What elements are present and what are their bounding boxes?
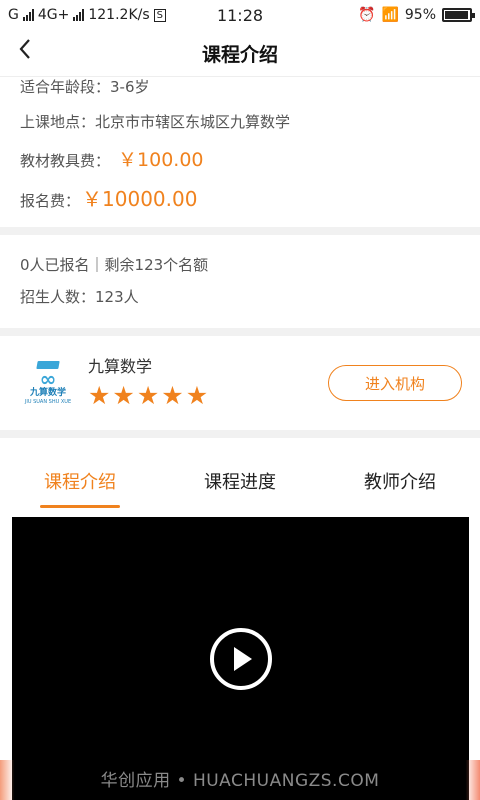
logo-text: 九算数学: [29, 388, 66, 398]
star-icon: ★: [161, 381, 184, 410]
tab-teacher-intro[interactable]: 教师介绍: [320, 468, 480, 504]
location-value: 北京市市辖区东城区九算数学: [95, 113, 291, 131]
tab-course-intro[interactable]: 课程介绍: [0, 468, 160, 504]
status-left: G 4G+ 121.2K/s S: [8, 7, 166, 23]
play-icon[interactable]: [209, 627, 272, 690]
divider: [0, 328, 480, 336]
battery-percent: 95%: [404, 7, 436, 23]
status-right: ⏰ 📶 95%: [358, 7, 475, 23]
org-info: 九算数学 ★ ★ ★ ★ ★: [88, 356, 328, 410]
star-icon: ★: [185, 381, 209, 410]
rating-stars: ★ ★ ★ ★ ★: [88, 382, 328, 410]
enrollment-section: 0人已报名｜剩余123个名额 招生人数：123人: [0, 235, 480, 328]
infinity-icon: ∞: [39, 367, 57, 391]
divider: [0, 430, 480, 438]
material-value: ￥100.00: [118, 149, 204, 171]
star-icon: ★: [136, 381, 160, 410]
course-info: 适合年龄段： 3-6岁 上课地点： 北京市市辖区东城区九算数学 教材教具费： ￥…: [0, 77, 480, 219]
battery-icon: [442, 8, 475, 22]
video-player[interactable]: [12, 517, 469, 800]
carrier-label: G: [8, 7, 19, 23]
s-icon: S: [153, 8, 166, 22]
page-title: 课程介绍: [201, 43, 278, 66]
tab-bar: 课程介绍 课程进度 教师介绍: [0, 438, 480, 514]
network-label: 4G+: [37, 7, 70, 23]
signal-icon: [22, 9, 34, 21]
age-value: 3-6岁: [110, 78, 150, 96]
fee-label: 报名费：: [20, 192, 81, 210]
chevron-left-icon[interactable]: [18, 38, 42, 66]
location-row: 上课地点： 北京市市辖区东城区九算数学: [20, 103, 460, 141]
registration-fee-row: 报名费： ￥10000.00: [20, 179, 460, 219]
enrollment-status: 0人已报名｜剩余123个名额: [20, 256, 209, 274]
network-speed: 121.2K/s: [88, 7, 150, 23]
graduation-cap-icon: [36, 361, 60, 369]
age-row: 适合年龄段： 3-6岁: [20, 77, 460, 103]
star-icon: ★: [112, 381, 135, 410]
material-label: 教材教具费：: [20, 152, 111, 170]
enter-org-button[interactable]: 进入机构: [328, 365, 462, 401]
signal-icon-2: [73, 9, 85, 21]
quota-value: 123人: [95, 288, 139, 306]
alarm-icon: ⏰: [358, 7, 376, 23]
status-bar: G 4G+ 121.2K/s S 11:28 ⏰ 📶 95%: [0, 0, 480, 30]
quota-row: 招生人数：123人: [20, 281, 460, 313]
tab-course-progress[interactable]: 课程进度: [160, 468, 320, 504]
nav-bar: 课程介绍: [0, 30, 480, 76]
location-label: 上课地点：: [20, 113, 96, 131]
material-fee-row: 教材教具费： ￥100.00: [20, 141, 460, 179]
logo-subtext: JIU SUAN SHU XUE: [24, 399, 72, 405]
divider: [0, 227, 480, 235]
age-label: 适合年龄段：: [20, 78, 111, 96]
star-icon: ★: [88, 381, 111, 410]
fee-value: ￥10000.00: [82, 187, 198, 211]
quota-label: 招生人数：: [20, 288, 96, 306]
watermark-text: 华创应用 • HUACHUANGZS.COM: [100, 771, 380, 791]
wifi-icon: 📶: [381, 7, 399, 23]
org-name: 九算数学: [88, 357, 153, 376]
org-section: ∞ 九算数学 JIU SUAN SHU XUE 九算数学 ★ ★ ★ ★ ★ 进入机构: [0, 336, 480, 430]
org-logo: ∞ 九算数学 JIU SUAN SHU XUE: [20, 355, 76, 411]
